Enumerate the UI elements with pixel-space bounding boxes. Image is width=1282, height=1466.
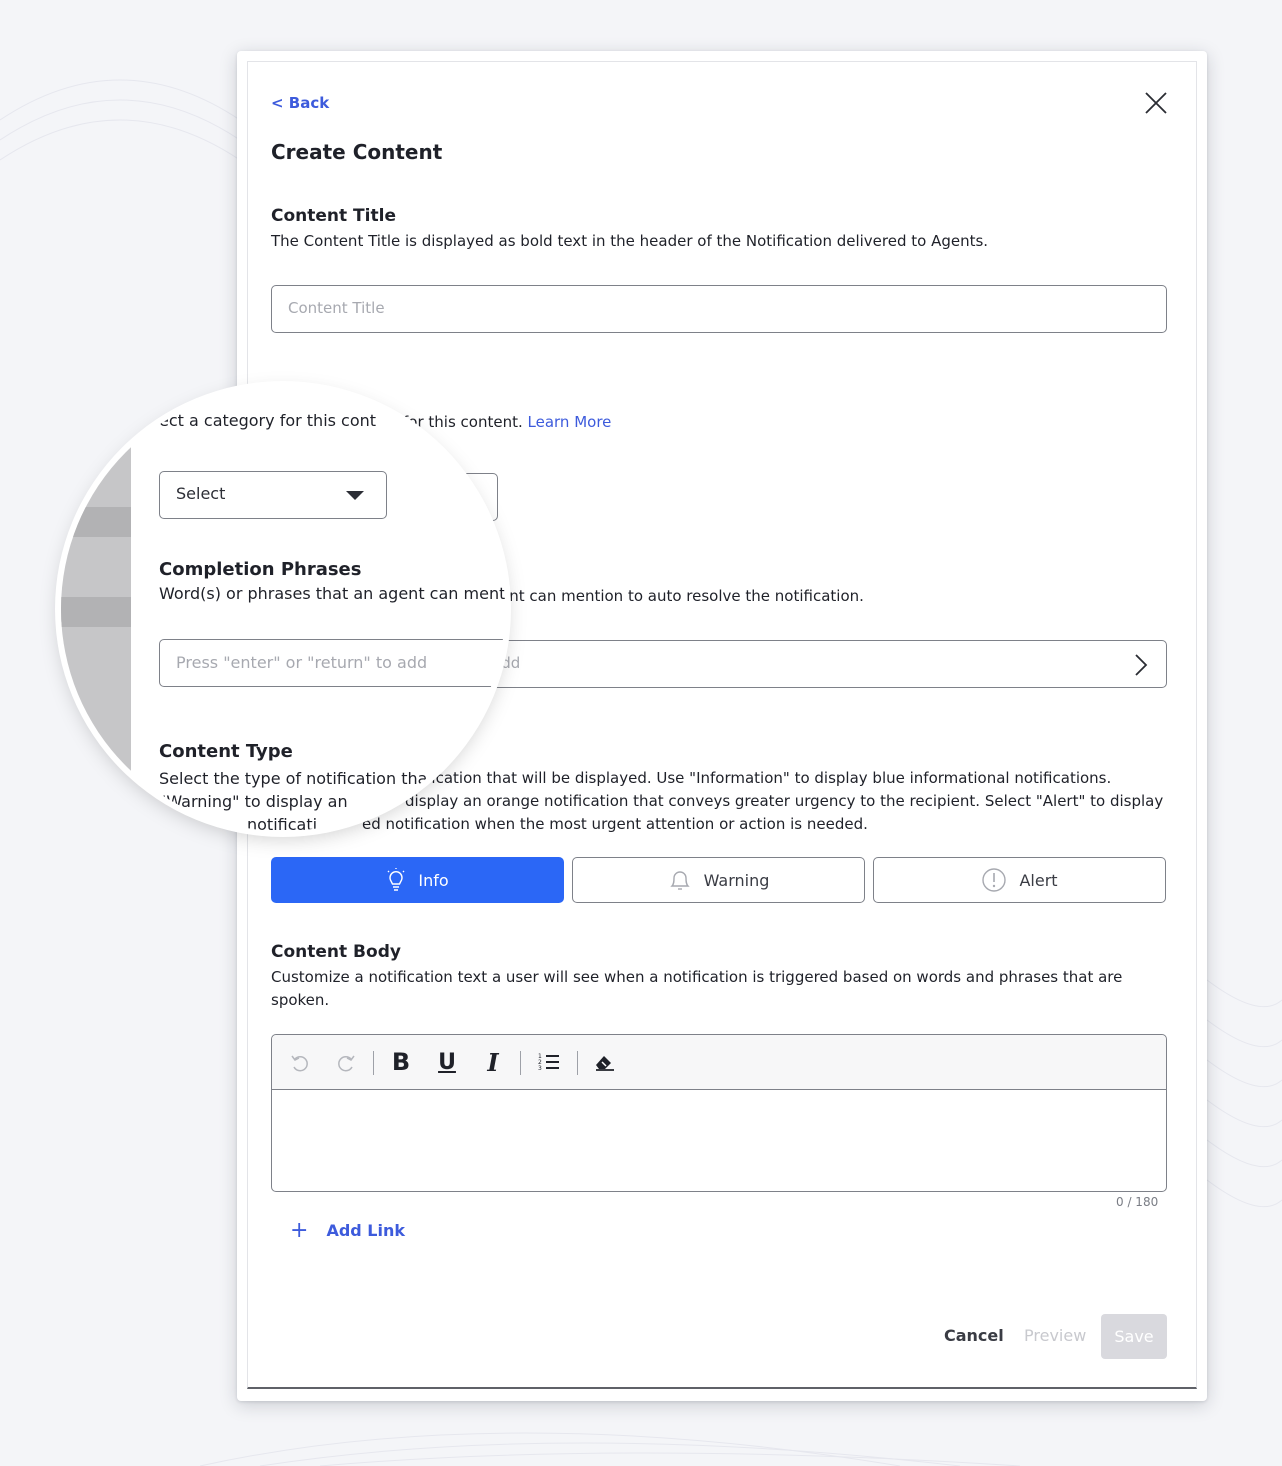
underline-icon[interactable]: U: [432, 1047, 462, 1077]
save-button[interactable]: Save: [1101, 1314, 1167, 1359]
content-title-label: Content Title: [271, 206, 396, 226]
exclamation-circle-icon: [982, 868, 1007, 892]
preview-button[interactable]: Preview: [1024, 1326, 1086, 1345]
add-link-button[interactable]: + Add Link: [290, 1218, 405, 1243]
alert-type-label: Alert: [1019, 870, 1058, 890]
content-title-input[interactable]: Content Title: [271, 285, 1167, 333]
magnified-category-description: ect a category for this cont: [159, 411, 377, 430]
eraser-icon[interactable]: [590, 1047, 620, 1077]
add-link-label: Add Link: [326, 1221, 406, 1240]
content-body-description-line1: Customize a notification text a user wil…: [271, 968, 1123, 986]
content-type-description-line1: ification that will be displayed. Use "I…: [422, 769, 1112, 787]
magnified-content-type-description: Select the type of notification tha "War…: [159, 769, 428, 831]
chevron-right-icon[interactable]: [1134, 653, 1148, 677]
content-body-description-line2: spoken.: [271, 991, 330, 1009]
toolbar-divider: [577, 1051, 578, 1075]
magnified-side-band: [61, 597, 131, 627]
magnified-content-type-label: Content Type: [159, 741, 293, 762]
magnified-side-band: [61, 507, 131, 537]
back-link[interactable]: < Back: [271, 94, 329, 112]
content-body-editor[interactable]: B U I 123: [271, 1034, 1167, 1192]
content-title-description: The Content Title is displayed as bold t…: [271, 232, 989, 250]
redo-icon[interactable]: [332, 1047, 360, 1077]
editor-toolbar: B U I 123: [272, 1035, 1166, 1090]
toolbar-divider: [520, 1051, 521, 1075]
bell-icon: [669, 871, 690, 890]
magnifier-overlay: ect a category for this cont Select Comp…: [61, 387, 505, 831]
content-title-placeholder: Content Title: [288, 299, 385, 317]
learn-more-link[interactable]: Learn More: [528, 413, 612, 431]
chevron-down-icon: [346, 491, 364, 500]
category-description: for this content. Learn More: [403, 413, 612, 431]
ordered-list-icon[interactable]: 123: [534, 1047, 564, 1077]
plus-icon: +: [290, 1218, 309, 1243]
magnified-completion-phrases-label: Completion Phrases: [159, 559, 362, 580]
close-icon[interactable]: [1143, 90, 1169, 116]
lightbulb-icon: [387, 868, 405, 891]
content-body-label: Content Body: [271, 942, 401, 962]
italic-icon[interactable]: I: [478, 1047, 508, 1077]
completion-phrases-description: ent can mention to auto resolve the noti…: [500, 587, 864, 605]
alert-type-button[interactable]: Alert: [873, 857, 1166, 903]
magnified-category-select[interactable]: Select: [159, 471, 387, 519]
info-type-label: Info: [418, 870, 449, 890]
cancel-button[interactable]: Cancel: [944, 1326, 1004, 1345]
magnified-completion-phrases-input[interactable]: Press "enter" or "return" to add: [159, 639, 505, 687]
info-type-button[interactable]: Info: [271, 857, 564, 903]
content-type-description-line3: ed notification when the most urgent att…: [362, 815, 868, 833]
undo-icon[interactable]: [286, 1047, 314, 1077]
warning-type-button[interactable]: Warning: [572, 857, 865, 903]
character-counter: 0 / 180: [1116, 1195, 1159, 1209]
content-type-description-line2: display an orange notification that conv…: [405, 792, 1164, 810]
warning-type-label: Warning: [703, 870, 770, 890]
svg-text:3: 3: [538, 1065, 542, 1072]
bold-icon[interactable]: B: [386, 1047, 416, 1077]
toolbar-divider: [373, 1051, 374, 1075]
category-select-value: Select: [176, 484, 226, 503]
magnified-completion-phrases-placeholder: Press "enter" or "return" to add: [176, 653, 428, 672]
page-title: Create Content: [271, 140, 443, 164]
magnified-completion-phrases-description: Word(s) or phrases that an agent can men…: [159, 584, 505, 603]
